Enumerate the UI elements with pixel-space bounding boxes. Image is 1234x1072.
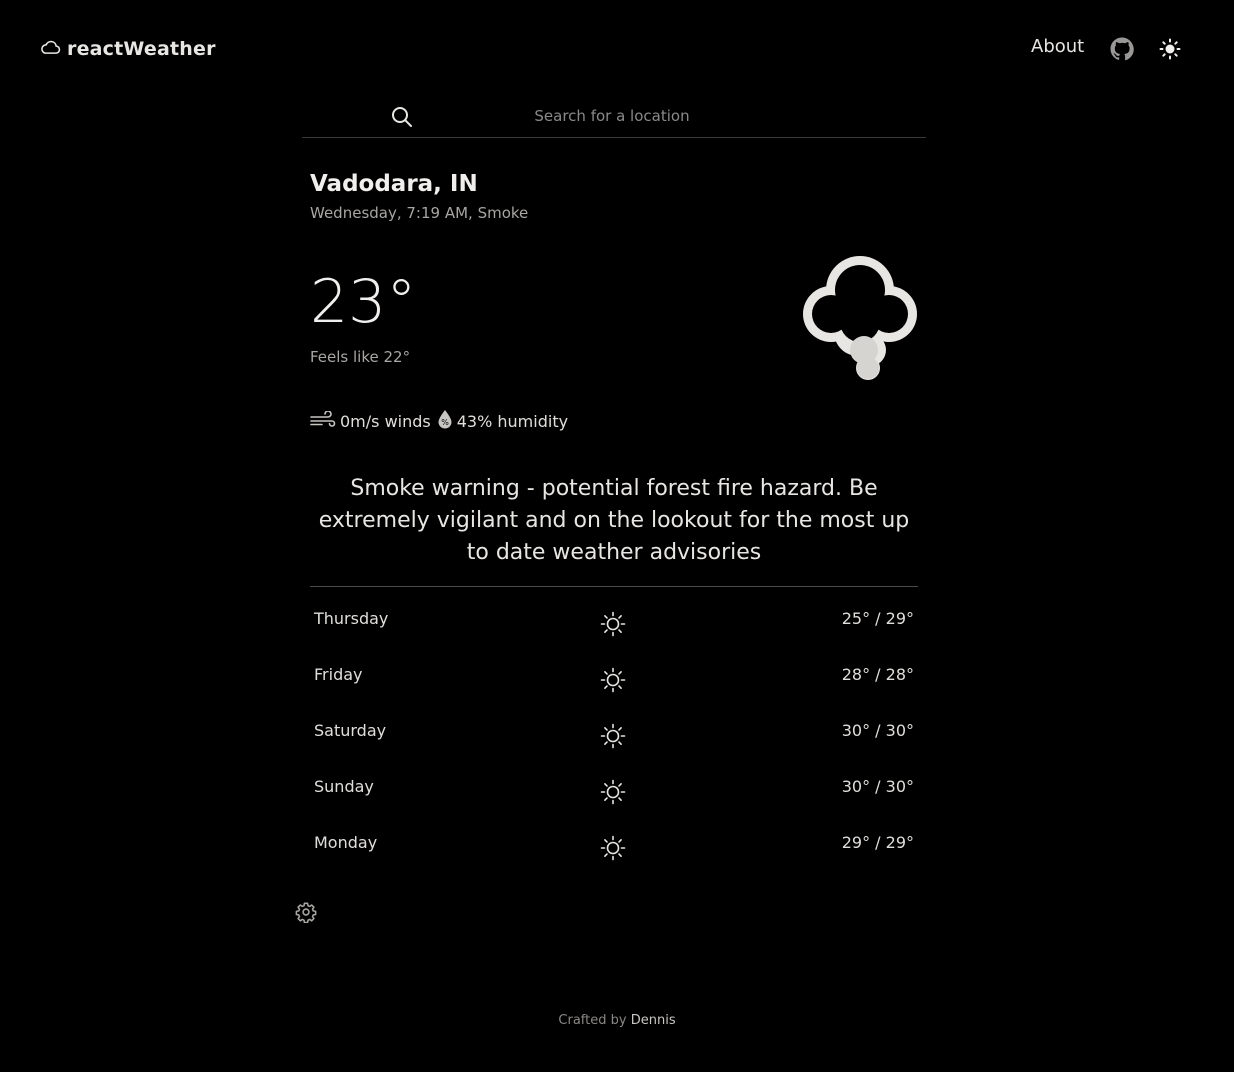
wind-stat: 0m/s winds	[310, 410, 431, 431]
divider	[310, 586, 918, 587]
settings-gear-icon[interactable]	[295, 901, 317, 924]
footer: Crafted by Dennis	[0, 1013, 1234, 1028]
sun-icon	[599, 610, 627, 638]
forecast-row: Friday 28° / 28°	[310, 648, 918, 704]
sun-icon	[599, 834, 627, 862]
svg-text:%: %	[441, 418, 449, 427]
forecast-row: Monday 29° / 29°	[310, 816, 918, 872]
about-link[interactable]: About	[1031, 36, 1084, 57]
forecast-day: Thursday	[314, 609, 389, 628]
forecast-day: Monday	[314, 833, 378, 852]
wind-value: 0m/s winds	[340, 411, 431, 431]
page: reactWeather About Vadodara, IN Wedn	[0, 0, 1234, 1072]
date-condition-text: Wednesday, 7:19 AM, Smoke	[310, 204, 529, 222]
github-icon[interactable]	[1110, 37, 1134, 61]
sun-icon	[599, 666, 627, 694]
sun-icon	[599, 722, 627, 750]
forecast-day: Friday	[314, 665, 363, 684]
weather-stats: 0m/s winds % 43% humidity	[310, 410, 568, 432]
forecast-row: Thursday 25° / 29°	[310, 592, 918, 648]
forecast-range: 30° / 30°	[841, 777, 914, 796]
brand-name: reactWeather	[67, 38, 216, 60]
humidity-drop-icon: %	[437, 409, 453, 433]
search-icon[interactable]	[391, 106, 413, 128]
wind-icon	[310, 410, 336, 431]
cloud-logo-icon	[40, 39, 61, 59]
author-link[interactable]: Dennis	[631, 1013, 676, 1028]
weather-alert-text: Smoke warning - potential forest fire ha…	[318, 476, 910, 565]
forecast-range: 25° / 29°	[841, 609, 914, 628]
forecast-day: Saturday	[314, 721, 387, 740]
current-temperature: 23°	[310, 267, 417, 337]
forecast-list: Thursday 25° / 29° Friday 28° / 28° Satu…	[310, 592, 918, 872]
sun-icon	[599, 778, 627, 806]
brand-link[interactable]: reactWeather	[40, 36, 216, 62]
forecast-day: Sunday	[314, 777, 374, 796]
forecast-row: Saturday 30° / 30°	[310, 704, 918, 760]
footer-prefix: Crafted by	[558, 1013, 627, 1028]
feels-like-text: Feels like 22°	[310, 348, 411, 366]
humidity-value: 43% humidity	[456, 411, 569, 431]
location-title: Vadodara, IN	[310, 171, 478, 197]
forecast-range: 29° / 29°	[841, 833, 914, 852]
forecast-range: 30° / 30°	[841, 721, 914, 740]
smoke-cloud-icon	[798, 252, 922, 384]
header: reactWeather About	[0, 0, 1234, 98]
forecast-row: Sunday 30° / 30°	[310, 760, 918, 816]
forecast-range: 28° / 28°	[841, 665, 914, 684]
humidity-stat: % 43% humidity	[437, 409, 568, 433]
search-bar	[302, 96, 926, 138]
search-input[interactable]	[422, 102, 802, 130]
theme-toggle-sun-icon[interactable]	[1159, 38, 1181, 60]
